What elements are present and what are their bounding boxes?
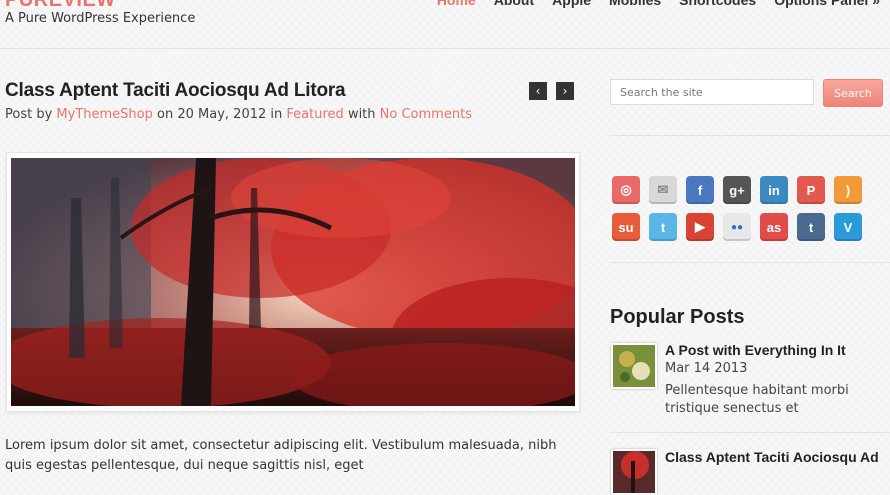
red-forest-photo [11, 158, 575, 406]
pinterest-icon[interactable]: P [797, 176, 825, 204]
nav-home[interactable]: Home [437, 0, 476, 8]
flickr-icon[interactable]: ●● [723, 213, 751, 241]
sidebar-divider-2 [610, 262, 890, 263]
meta-prefix: Post by [5, 107, 53, 122]
search-button[interactable]: Search [823, 79, 883, 107]
dribbble-icon[interactable]: ◎ [612, 176, 640, 204]
featured-image[interactable] [6, 152, 580, 412]
forest-thumbnail [613, 451, 655, 493]
popular-post-excerpt: Pellentesque habitant morbi tristique se… [665, 383, 849, 416]
next-post-button[interactable]: › [556, 82, 574, 100]
chevron-left-icon: ‹ [535, 84, 541, 98]
nav-apple[interactable]: Apple [552, 0, 591, 8]
popular-post-title[interactable]: Class Aptent Taciti Aociosqu Ad [665, 449, 879, 465]
flower-thumbnail [613, 345, 655, 387]
meta-in: in [270, 107, 283, 122]
youtube-icon[interactable]: ▶ [686, 213, 714, 241]
popular-posts-title: Popular Posts [610, 306, 745, 328]
post-excerpt: Lorem ipsum dolor sit amet, consectetur … [5, 438, 557, 473]
nav-mobiles[interactable]: Mobiles [609, 0, 661, 8]
stumbleupon-icon[interactable]: su [612, 213, 640, 241]
sidebar-divider-3 [610, 432, 890, 433]
popular-post-date: Mar 14 2013 [665, 361, 748, 376]
header-divider [0, 48, 890, 49]
google-plus-icon[interactable]: g+ [723, 176, 751, 204]
chevron-right-icon: › [562, 84, 568, 98]
post-date: 20 May, 2012 [177, 107, 267, 122]
popular-post-thumbnail[interactable] [611, 343, 657, 389]
popular-post-thumbnail[interactable] [611, 449, 657, 495]
nav-shortcodes[interactable]: Shortcodes [679, 0, 756, 8]
search-input[interactable] [610, 79, 814, 105]
tumblr-icon[interactable]: t [797, 213, 825, 241]
twitter-icon[interactable]: t [649, 213, 677, 241]
vimeo-icon[interactable]: V [834, 213, 862, 241]
lastfm-icon[interactable]: as [760, 213, 788, 241]
facebook-icon[interactable]: f [686, 176, 714, 204]
popular-post-title[interactable]: A Post with Everything In It [665, 342, 846, 358]
prev-post-button[interactable]: ‹ [529, 82, 547, 100]
email-icon[interactable]: ✉ [649, 176, 677, 204]
meta-on: on [157, 107, 174, 122]
post-meta: Post by MyThemeShop on 20 May, 2012 in F… [5, 107, 472, 122]
main-navigation: Home About Apple Mobiles Shortcodes Opti… [437, 0, 880, 8]
category-link[interactable]: Featured [286, 107, 343, 122]
linkedin-icon[interactable]: in [760, 176, 788, 204]
post-title[interactable]: Class Aptent Taciti Aociosqu Ad Litora [5, 80, 346, 102]
social-icons: ◎ ✉ f g+ in P) su t ▶ ●● as t V [612, 176, 890, 241]
nav-about[interactable]: About [494, 0, 534, 8]
site-tagline: A Pure WordPress Experience [5, 11, 196, 26]
nav-options-panel[interactable]: Options Panel » [774, 0, 880, 8]
comments-link[interactable]: No Comments [380, 107, 472, 122]
grid-spacer [871, 176, 890, 204]
meta-with: with [347, 107, 376, 122]
sidebar-divider-1 [610, 135, 890, 136]
rss-icon[interactable]: ) [834, 176, 862, 204]
author-link[interactable]: MyThemeShop [56, 107, 152, 122]
